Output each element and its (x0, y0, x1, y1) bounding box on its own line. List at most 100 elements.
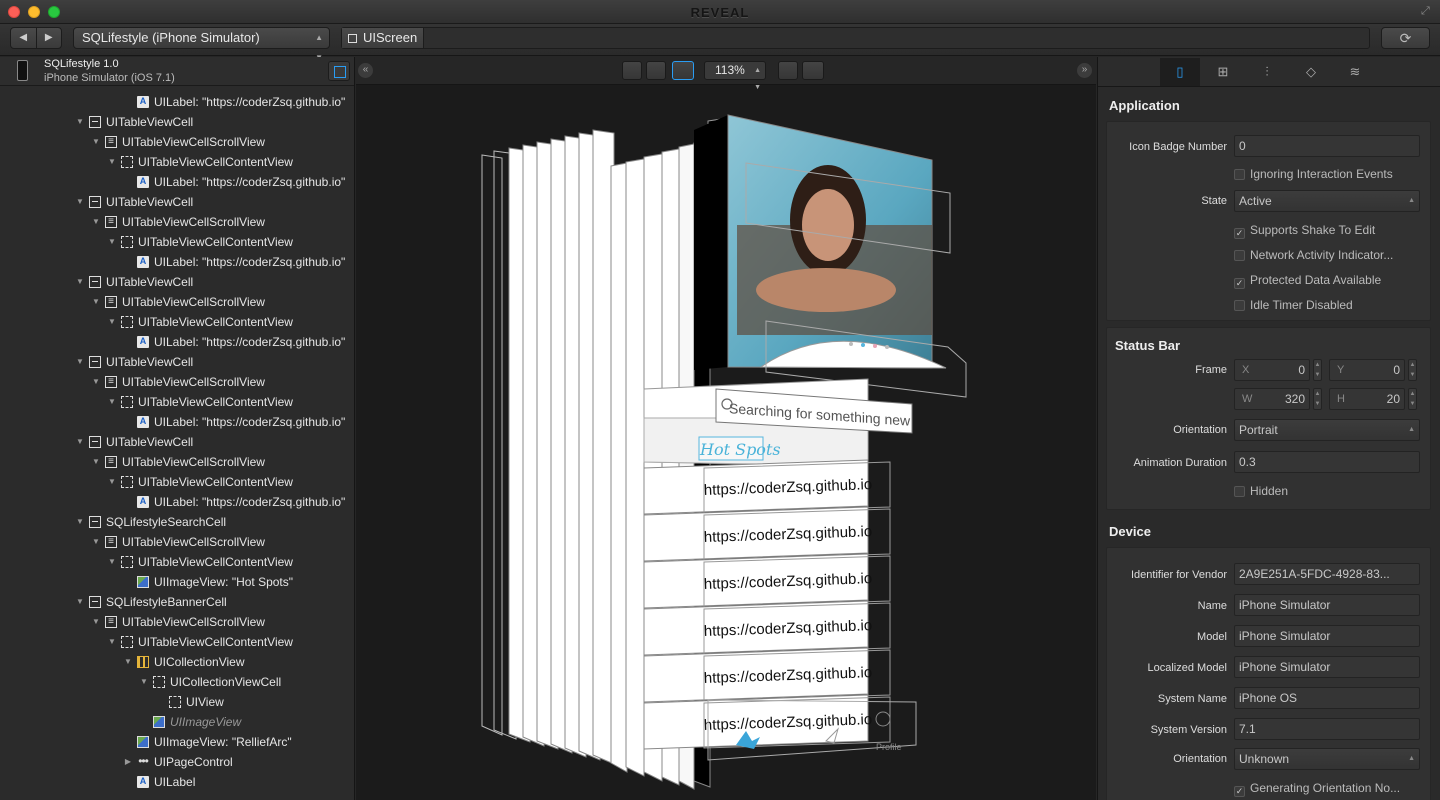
tree-row[interactable]: A UILabel: "https://coderZsq.github.io" (0, 492, 354, 512)
frame-y-stepper[interactable]: ▲ ▼ (1408, 359, 1417, 381)
shake-to-edit-checkbox[interactable]: ✓ Supports Shake To Edit (1234, 223, 1375, 239)
disclosure-expanded-icon[interactable]: ▼ (91, 612, 101, 632)
network-activity-checkbox[interactable]: Network Activity Indicator... (1234, 248, 1393, 262)
tree-row[interactable]: A UILabel (0, 772, 354, 792)
tree-row[interactable]: A UILabel: "https://coderZsq.github.io" (0, 412, 354, 432)
disclosure-expanded-icon[interactable]: ▼ (107, 472, 117, 492)
disclosure-expanded-icon[interactable]: ▼ (107, 552, 117, 572)
disclosure-expanded-icon[interactable]: ▼ (91, 212, 101, 232)
tree-row[interactable]: ▼ UITableViewCell (0, 432, 354, 452)
tree-row[interactable]: ▼ UITableViewCell (0, 192, 354, 212)
localized-model-field[interactable]: iPhone Simulator (1234, 656, 1420, 678)
tab-application[interactable]: ▯ (1160, 58, 1200, 86)
tree-row[interactable]: UIImageView: "RelliefArc" (0, 732, 354, 752)
disclosure-expanded-icon[interactable]: ▼ (107, 232, 117, 252)
tree-row[interactable]: ▼ UITableViewCellContentView (0, 312, 354, 332)
tree-row[interactable]: A UILabel: "https://coderZsq.github.io" (0, 252, 354, 272)
tree-row[interactable]: ▼ UITableViewCell (0, 352, 354, 372)
disclosure-expanded-icon[interactable]: ▼ (107, 392, 117, 412)
disclosure-expanded-icon[interactable]: ▼ (75, 352, 85, 372)
frame-x-field[interactable]: X0 (1234, 359, 1310, 381)
tree-row[interactable]: ▼ UITableViewCellContentView (0, 152, 354, 172)
app-selector[interactable]: SQLifestyle (iPhone Simulator) ▲▼ (73, 27, 330, 62)
exploded-view-3d[interactable]: Searching for something new Hot Spots ht… (356, 85, 1096, 800)
tree-row[interactable]: A UILabel: "https://coderZsq.github.io" (0, 92, 354, 112)
disclosure-expanded-icon[interactable]: ▼ (75, 192, 85, 212)
2d-view-button[interactable] (778, 61, 798, 80)
protected-data-checkbox[interactable]: ✓ Protected Data Available (1234, 273, 1381, 289)
disclosure-expanded-icon[interactable]: ▼ (139, 672, 149, 692)
tab-layers[interactable]: ≋ (1335, 58, 1375, 86)
tree-row[interactable]: ▼ UITableViewCellScrollView (0, 532, 354, 552)
tree-row[interactable]: ▼ UICollectionViewCell (0, 672, 354, 692)
tree-row[interactable]: UIView (0, 692, 354, 712)
disclosure-expanded-icon[interactable]: ▼ (91, 292, 101, 312)
generating-orientation-checkbox[interactable]: ✓ Generating Orientation No... (1234, 781, 1400, 797)
tree-row[interactable]: ▼ SQLifestyleSearchCell (0, 512, 354, 532)
frame-w-stepper[interactable]: ▲ ▼ (1313, 388, 1322, 410)
device-orientation-select[interactable]: Unknown▲▼ (1234, 748, 1420, 770)
wireframe-mode-button[interactable] (622, 61, 642, 80)
disclosure-expanded-icon[interactable]: ▼ (75, 512, 85, 532)
tree-row[interactable]: ▼ UITableViewCell (0, 112, 354, 132)
disclosure-expanded-icon[interactable]: ▼ (75, 432, 85, 452)
disclosure-expanded-icon[interactable]: ▼ (75, 272, 85, 292)
disclosure-expanded-icon[interactable]: ▼ (75, 112, 85, 132)
forward-icon[interactable]: ▶ (37, 28, 62, 48)
frame-h-field[interactable]: H 20 (1329, 388, 1405, 410)
tree-row[interactable]: ▼ UITableViewCellContentView (0, 392, 354, 412)
ignoring-events-checkbox[interactable]: Ignoring Interaction Events (1234, 167, 1393, 181)
tree-row[interactable]: UIImageView: "Hot Spots" (0, 572, 354, 592)
refresh-button[interactable]: ⟳ (1381, 27, 1430, 49)
system-name-field[interactable]: iPhone OS (1234, 687, 1420, 709)
tree-row[interactable]: ▼ UITableViewCellScrollView (0, 292, 354, 312)
tree-row[interactable]: UIImageView (0, 712, 354, 732)
tab-attributes[interactable]: ⫶ (1247, 58, 1287, 86)
3d-view-button[interactable] (802, 61, 824, 80)
disclosure-expanded-icon[interactable]: ▼ (107, 312, 117, 332)
tree-row[interactable]: ▼ UICollectionView (0, 652, 354, 672)
disclosure-expanded-icon[interactable]: ▼ (91, 452, 101, 472)
collapse-right-icon[interactable]: » (1077, 63, 1092, 78)
solid-mode-button[interactable] (646, 61, 666, 80)
vendor-id-field[interactable]: 2A9E251A-5FDC-4928-83... (1234, 563, 1420, 585)
zoom-field[interactable]: 113% ▲ ▼ (704, 61, 766, 91)
combined-mode-button[interactable] (672, 61, 694, 80)
back-icon[interactable]: ◀ (11, 28, 37, 48)
tree-row[interactable]: ▼ UITableViewCellScrollView (0, 452, 354, 472)
tree-row[interactable]: ▼ UITableViewCell (0, 272, 354, 292)
disclosure-expanded-icon[interactable]: ▼ (123, 652, 133, 672)
disclosure-expanded-icon[interactable]: ▼ (91, 132, 101, 152)
hidden-checkbox[interactable]: Hidden (1234, 484, 1288, 498)
system-version-field[interactable]: 7.1 (1234, 718, 1420, 740)
tree-row[interactable]: ▼ UITableViewCellContentView (0, 552, 354, 572)
tree-row[interactable]: ▼ UITableViewCellScrollView (0, 372, 354, 392)
fullscreen-icon[interactable]: ⤢ (1421, 5, 1434, 18)
frame-h-stepper[interactable]: ▲ ▼ (1408, 388, 1417, 410)
collapse-left-icon[interactable]: « (358, 63, 373, 78)
state-select[interactable]: Active▲▼ (1234, 190, 1420, 212)
tree-row[interactable]: A UILabel: "https://coderZsq.github.io" (0, 332, 354, 352)
name-field[interactable]: iPhone Simulator (1234, 594, 1420, 616)
disclosure-expanded-icon[interactable]: ▼ (75, 592, 85, 612)
tree-row[interactable]: ▼ UITableViewCellContentView (0, 472, 354, 492)
idle-timer-checkbox[interactable]: Idle Timer Disabled (1234, 298, 1353, 312)
tree-row[interactable]: ▼ UITableViewCellContentView (0, 632, 354, 652)
tab-layout[interactable]: ⊞ (1203, 58, 1243, 86)
frame-w-field[interactable]: W 320 (1234, 388, 1310, 410)
tree-row[interactable]: ▼ UITableViewCellScrollView (0, 612, 354, 632)
focus-selection-button[interactable] (328, 61, 350, 81)
tree-row[interactable]: A UILabel: "https://coderZsq.github.io" (0, 172, 354, 192)
tree-row[interactable]: ▼ UITableViewCellContentView (0, 232, 354, 252)
orientation-select[interactable]: Portrait▲▼ (1234, 419, 1420, 441)
tree-row[interactable]: ▼ UITableViewCellScrollView (0, 132, 354, 152)
disclosure-expanded-icon[interactable]: ▼ (107, 632, 117, 652)
disclosure-expanded-icon[interactable]: ▼ (91, 532, 101, 552)
model-field[interactable]: iPhone Simulator (1234, 625, 1420, 647)
frame-x-stepper[interactable]: ▲ ▼ (1313, 359, 1322, 381)
animation-duration-field[interactable]: 0.3 (1234, 451, 1420, 473)
tree-row[interactable]: ▼ UITableViewCellScrollView (0, 212, 354, 232)
tab-ruler[interactable]: ◇ (1291, 58, 1331, 86)
disclosure-expanded-icon[interactable]: ▼ (91, 372, 101, 392)
disclosure-collapsed-icon[interactable]: ▶ (123, 752, 133, 772)
